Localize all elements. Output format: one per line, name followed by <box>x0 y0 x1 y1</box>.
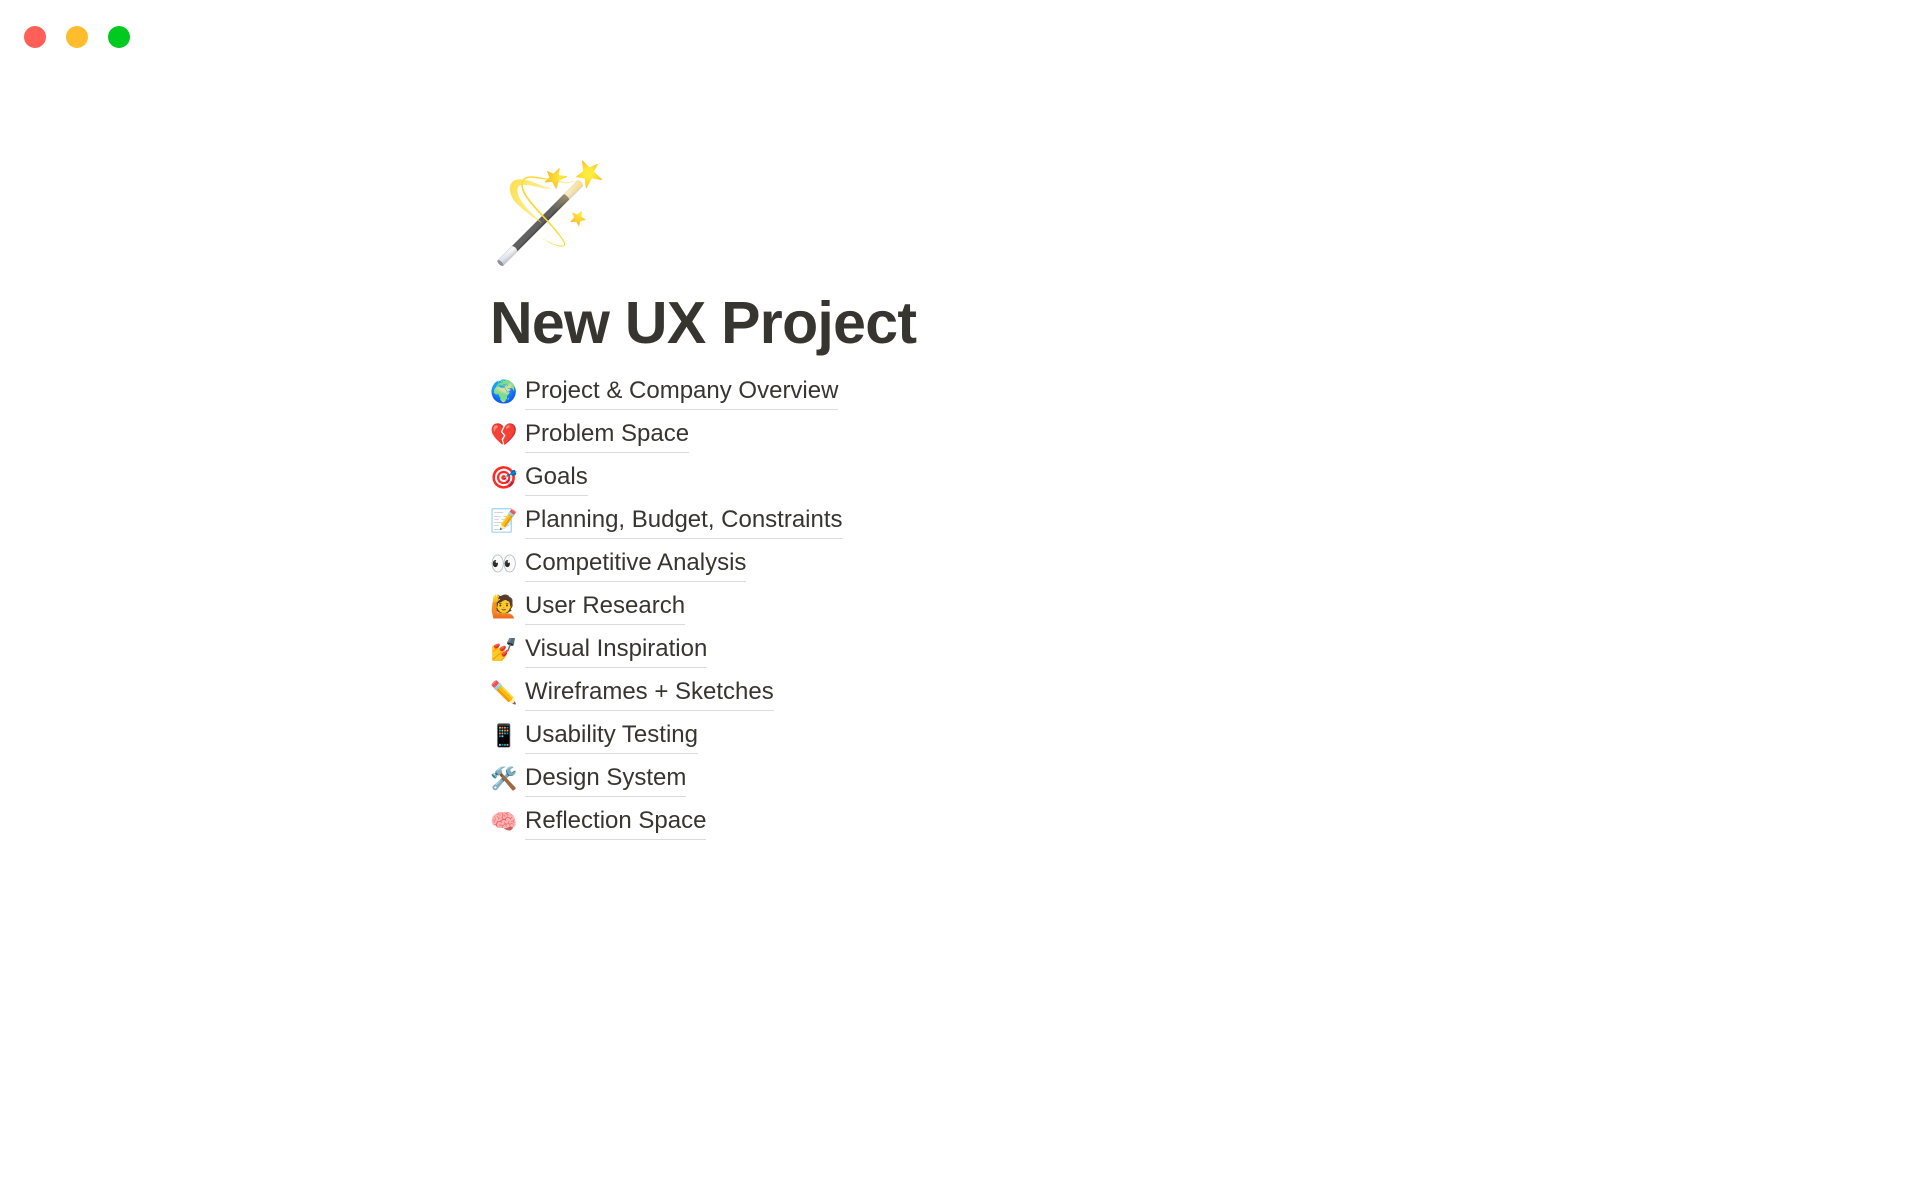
memo-notepad-icon: 📝 <box>490 509 518 535</box>
bullseye-dart-icon: 🎯 <box>490 466 518 492</box>
brain-icon: 🧠 <box>490 810 518 836</box>
list-item[interactable]: 🛠️ Design System <box>490 759 1470 802</box>
page-link-usability-testing[interactable]: Usability Testing <box>525 720 698 755</box>
page-link-project-company-overview[interactable]: Project & Company Overview <box>525 376 839 411</box>
page-link-design-system[interactable]: Design System <box>525 763 687 798</box>
page-link-planning-budget-constraints[interactable]: Planning, Budget, Constraints <box>525 505 843 540</box>
list-item[interactable]: 📝 Planning, Budget, Constraints <box>490 501 1470 544</box>
nail-polish-icon: 💅 <box>490 638 518 664</box>
page-link-problem-space[interactable]: Problem Space <box>525 419 690 454</box>
page-link-competitive-analysis[interactable]: Competitive Analysis <box>525 548 747 583</box>
list-item[interactable]: ✏️ Wireframes + Sketches <box>490 673 1470 716</box>
page-link-wireframes-sketches[interactable]: Wireframes + Sketches <box>525 677 774 712</box>
list-item[interactable]: 🌍 Project & Company Overview <box>490 372 1470 415</box>
page-link-goals[interactable]: Goals <box>525 462 588 497</box>
page-canvas: 🪄 New UX Project 🌍 Project & Company Over… <box>0 0 1920 1200</box>
page-link-visual-inspiration[interactable]: Visual Inspiration <box>525 634 708 669</box>
list-item[interactable]: 💔 Problem Space <box>490 415 1470 458</box>
list-item[interactable]: 📱 Usability Testing <box>490 716 1470 759</box>
list-item[interactable]: 🎯 Goals <box>490 458 1470 501</box>
app-window: 🪄 New UX Project 🌍 Project & Company Over… <box>0 0 1920 1200</box>
list-item[interactable]: 🧠 Reflection Space <box>490 802 1470 845</box>
page-link-reflection-space[interactable]: Reflection Space <box>525 806 707 841</box>
page-link-list: 🌍 Project & Company Overview 💔 Problem Spac… <box>490 372 1470 845</box>
magic-wand-icon[interactable]: 🪄 <box>490 159 1470 272</box>
page-link-user-research[interactable]: User Research <box>525 591 686 626</box>
person-raising-hand-icon: 🙋 <box>490 595 518 621</box>
eyes-icon: 👀 <box>490 552 518 578</box>
globe-showing-europe-africa-icon: 🌍 <box>490 380 518 406</box>
pencil-icon: ✏️ <box>490 681 518 707</box>
page-content: 🪄 New UX Project 🌍 Project & Company Over… <box>490 159 1470 845</box>
broken-heart-icon: 💔 <box>490 423 518 449</box>
list-item[interactable]: 👀 Competitive Analysis <box>490 544 1470 587</box>
hammer-and-wrench-icon: 🛠️ <box>490 767 518 793</box>
mobile-phone-icon: 📱 <box>490 724 518 750</box>
list-item[interactable]: 🙋 User Research <box>490 587 1470 630</box>
page-title: New UX Project <box>490 290 917 356</box>
list-item[interactable]: 💅 Visual Inspiration <box>490 630 1470 673</box>
